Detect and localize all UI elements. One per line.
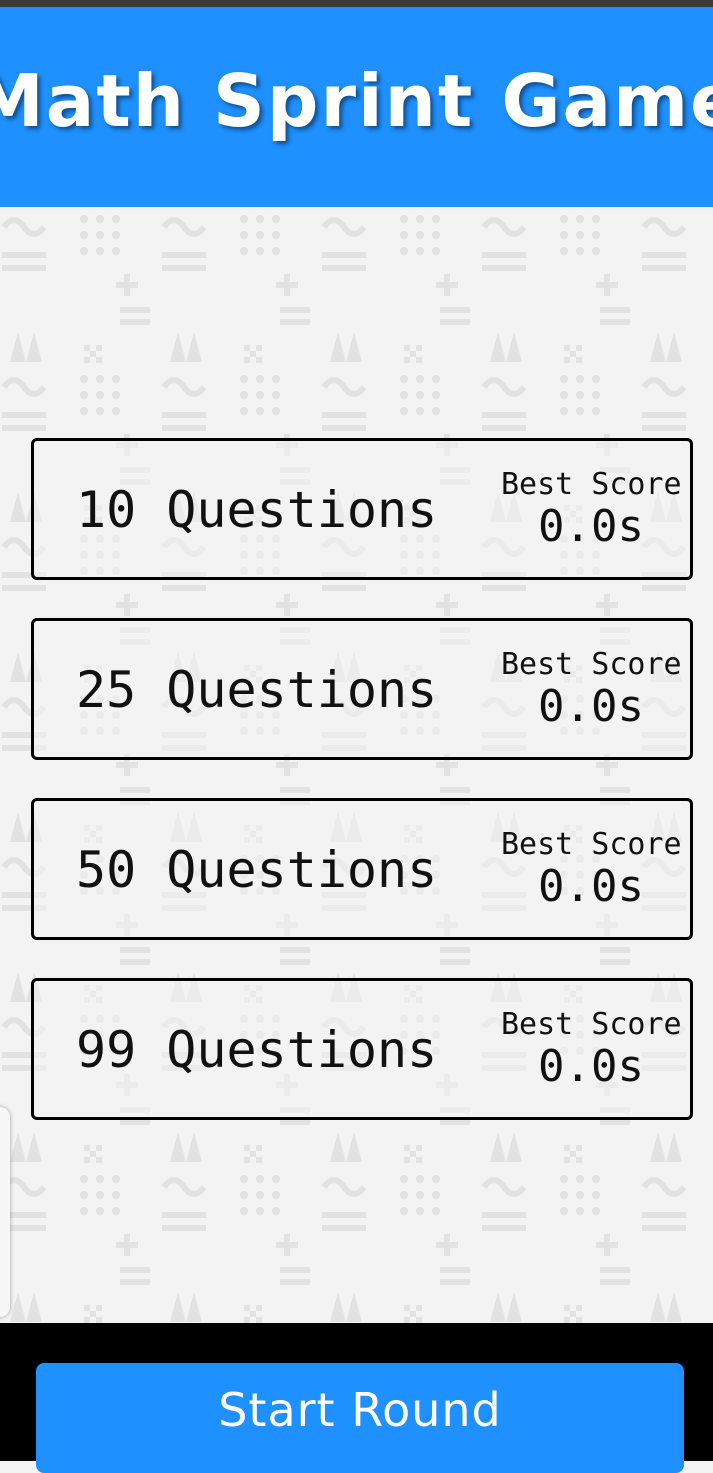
option-card-99[interactable]: 99 Questions Best Score 0.0s — [31, 978, 693, 1120]
best-score-label: Best Score — [501, 1007, 682, 1042]
questions-label: 10 Questions — [76, 481, 438, 539]
start-round-button[interactable]: Start Round — [36, 1363, 684, 1473]
math-pattern-background — [0, 207, 713, 1323]
status-bar-strip — [0, 0, 713, 7]
side-drawer-handle[interactable] — [0, 1107, 10, 1317]
questions-label: 99 Questions — [76, 1021, 438, 1079]
best-score-value: 0.0s — [538, 681, 644, 732]
option-card-50[interactable]: 50 Questions Best Score 0.0s — [31, 798, 693, 940]
question-options-area: 10 Questions Best Score 0.0s 25 Question… — [0, 207, 713, 1323]
best-score-label: Best Score — [501, 467, 682, 502]
app-header: Math Sprint Game — [0, 7, 713, 207]
best-score-value: 0.0s — [538, 1041, 644, 1092]
option-card-25[interactable]: 25 Questions Best Score 0.0s — [31, 618, 693, 760]
option-card-10[interactable]: 10 Questions Best Score 0.0s — [31, 438, 693, 580]
questions-label: 50 Questions — [76, 841, 438, 899]
questions-label: 25 Questions — [76, 661, 438, 719]
page-title: Math Sprint Game — [0, 59, 713, 143]
best-score-value: 0.0s — [538, 861, 644, 912]
best-score-value: 0.0s — [538, 501, 644, 552]
footer-bar: Start Round — [0, 1323, 713, 1473]
best-score-label: Best Score — [501, 827, 682, 862]
best-score-label: Best Score — [501, 647, 682, 682]
